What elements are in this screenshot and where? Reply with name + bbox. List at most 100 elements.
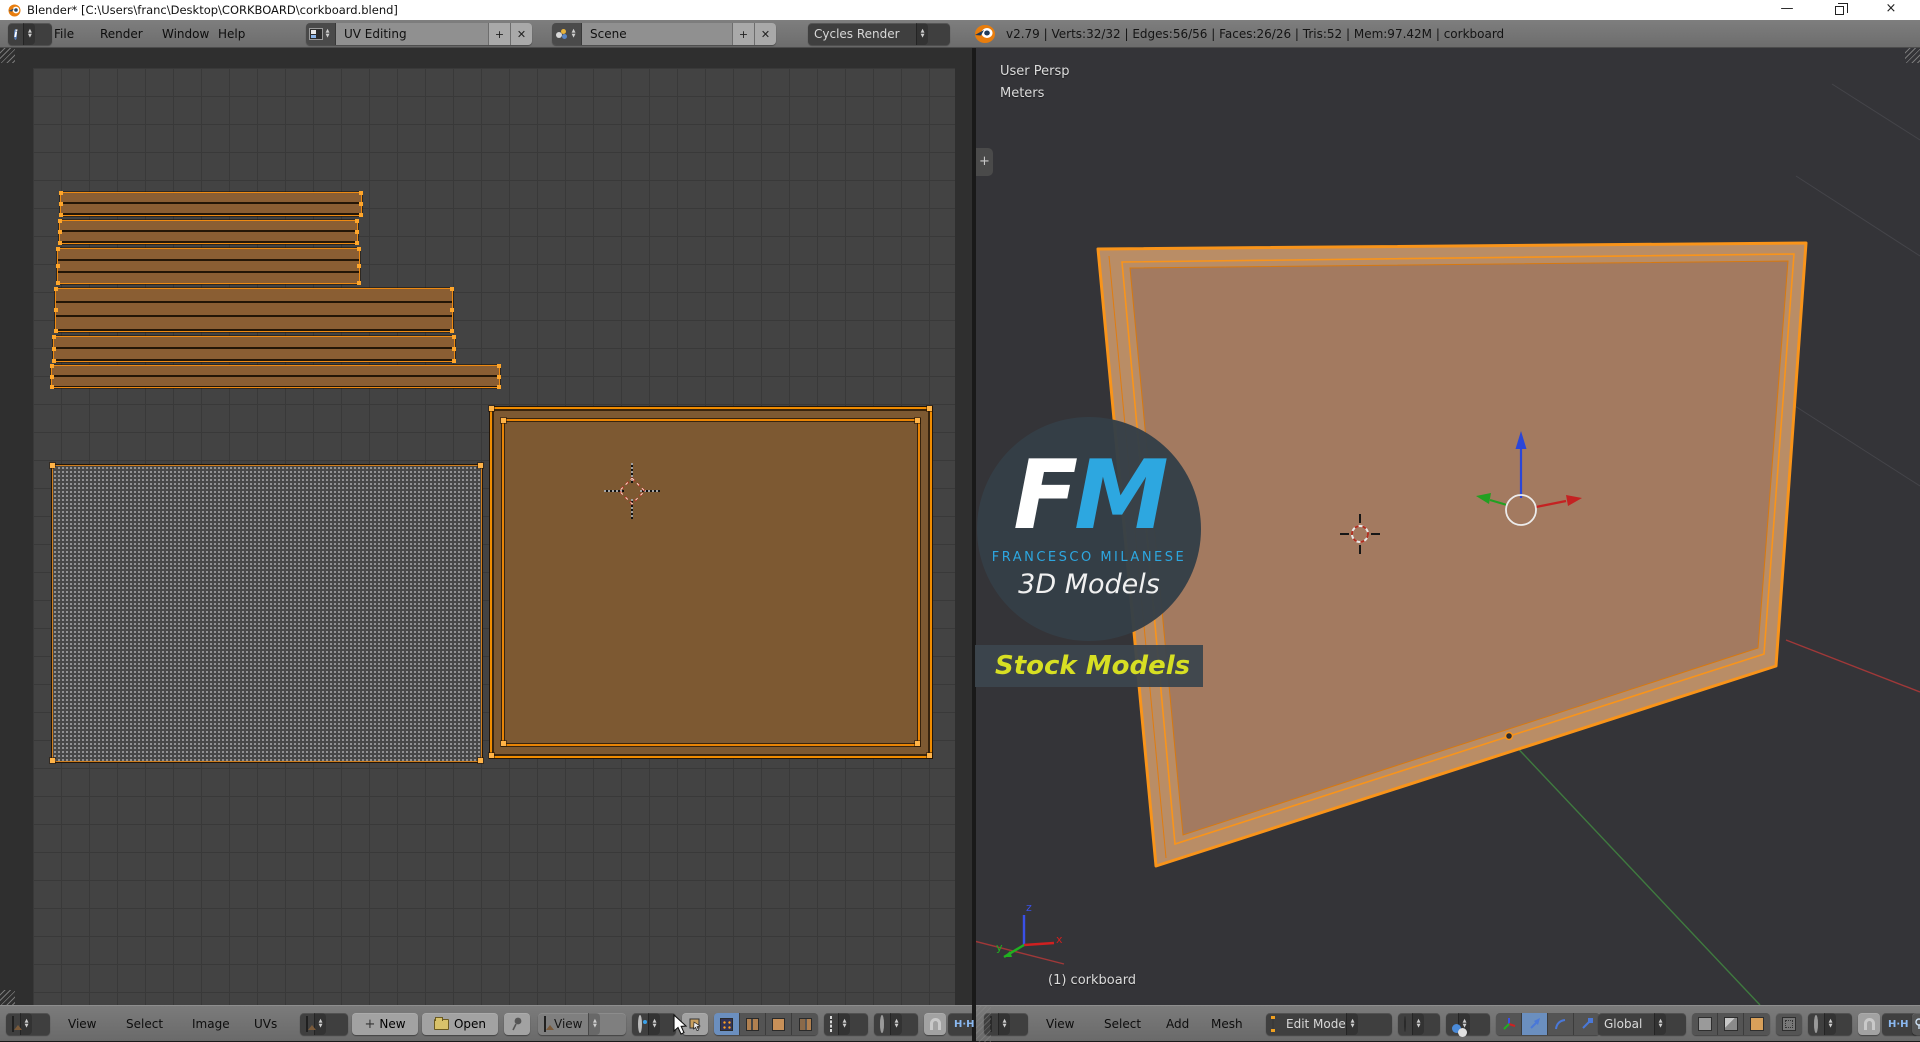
new-image-button[interactable]: + New	[352, 1013, 418, 1035]
uv-editor-viewport[interactable]	[0, 48, 972, 1005]
uv-2d-cursor	[604, 463, 660, 519]
menu-window[interactable]: Window	[156, 20, 215, 48]
plus-icon: +	[364, 1016, 376, 1032]
uv-pivot-dropdown[interactable]	[632, 1013, 676, 1035]
screen-layout-selector[interactable]: UV Editing + ✕	[306, 23, 532, 45]
uv-vertex-dot	[927, 406, 932, 411]
uv-proportional-edit-dropdown[interactable]	[874, 1013, 918, 1035]
uv-island-strip[interactable]	[59, 191, 363, 217]
uv-menu-image[interactable]: Image	[186, 1006, 236, 1042]
snap-peel-button-clipped[interactable]	[1912, 1013, 1920, 1035]
open-image-button[interactable]: Open	[422, 1013, 498, 1035]
image-icon	[306, 1016, 308, 1032]
image-datablock-browse[interactable]	[300, 1013, 348, 1035]
scene-name[interactable]: Scene	[582, 23, 732, 45]
info-editor-icon: i	[14, 29, 18, 40]
menu-file[interactable]: File	[48, 20, 80, 48]
v3d-proportional-edit-dropdown[interactable]	[1808, 1013, 1852, 1035]
mode-dropdown[interactable]: Edit Mode	[1266, 1013, 1392, 1035]
blender-logo-icon	[975, 25, 995, 43]
uv-select-edge-button[interactable]	[740, 1013, 766, 1035]
v3d-snap-toggle[interactable]	[1858, 1013, 1880, 1035]
menu-render[interactable]: Render	[94, 20, 149, 48]
close-layout-button[interactable]: ✕	[510, 23, 532, 45]
pin-icon	[512, 1017, 522, 1031]
manipulator-scale-button[interactable]	[1574, 1013, 1600, 1035]
axis-y-label: y	[996, 941, 1003, 954]
uv-sticky-select-dropdown[interactable]	[824, 1013, 868, 1035]
uv-vertex-dot	[50, 758, 55, 763]
add-scene-button[interactable]: +	[732, 23, 754, 45]
v3d-menu-mesh[interactable]: Mesh	[1205, 1006, 1249, 1042]
vertex-mode-button[interactable]	[1692, 1013, 1718, 1035]
uv-vertex-dot	[355, 230, 359, 234]
updown-arrows-icon	[916, 23, 928, 45]
logo-initial-m: M	[1074, 441, 1169, 551]
uv-snap-target-dropdown[interactable]: H·H	[948, 1013, 975, 1035]
uv-vertex-dot	[58, 241, 62, 245]
uv-vertex-dot	[50, 385, 54, 389]
uv-select-vertex-button[interactable]	[714, 1013, 740, 1035]
close-button[interactable]: ×	[1868, 0, 1914, 20]
translate-arrow-icon	[1529, 1018, 1540, 1029]
face-mode-button[interactable]	[1744, 1013, 1770, 1035]
viewport-shading-dropdown[interactable]	[1398, 1013, 1440, 1035]
close-scene-button[interactable]: ✕	[754, 23, 776, 45]
uv-island-strip[interactable]	[56, 247, 361, 285]
render-engine-dropdown[interactable]: Cycles Render	[808, 23, 950, 45]
uv-island-strip[interactable]	[52, 335, 456, 363]
uv-display-view-dropdown[interactable]: View	[538, 1013, 626, 1035]
scene-selector[interactable]: Scene + ✕	[552, 23, 776, 45]
logo-subtitle: 3D Models	[1018, 569, 1160, 600]
mesh-select-mode-group	[1692, 1013, 1770, 1035]
editor-type-image-dropdown[interactable]	[6, 1013, 50, 1035]
uv-vertex-dot	[915, 418, 920, 423]
uv-island-strip[interactable]	[50, 364, 501, 389]
uv-select-island-button[interactable]	[792, 1013, 818, 1035]
uv-island-front-face[interactable]	[489, 406, 932, 758]
updown-arrows-icon	[1654, 1013, 1666, 1035]
toolshelf-expand-tab[interactable]: +	[976, 148, 993, 176]
restore-button[interactable]	[1816, 0, 1862, 20]
editor-type-info-dropdown[interactable]: i	[8, 23, 52, 45]
uv-island-strip[interactable]	[58, 219, 359, 245]
transform-orientation-dropdown[interactable]: Global	[1598, 1013, 1686, 1035]
uv-snap-toggle[interactable]	[924, 1013, 946, 1035]
manipulator-rotate-button[interactable]	[1548, 1013, 1574, 1035]
updown-arrows-icon	[588, 1013, 601, 1035]
pivot-point-dropdown[interactable]	[1446, 1013, 1490, 1037]
area-corner-grip[interactable]	[0, 48, 15, 63]
uv-vertex-dot	[478, 758, 483, 763]
edge-cube-icon	[1723, 1017, 1738, 1031]
v3d-menu-view[interactable]: View	[1040, 1006, 1080, 1042]
area-corner-grip[interactable]	[1905, 48, 1920, 63]
uv-menu-uvs[interactable]: UVs	[248, 1006, 283, 1042]
add-layout-button[interactable]: +	[488, 23, 510, 45]
manipulator-translate-button[interactable]	[1522, 1013, 1548, 1035]
uv-island-strip[interactable]	[54, 287, 454, 333]
v3d-menu-add[interactable]: Add	[1160, 1006, 1195, 1042]
area-corner-grip[interactable]	[976, 1006, 991, 1042]
edge-mode-button[interactable]	[1718, 1013, 1744, 1035]
pin-image-button[interactable]	[504, 1013, 530, 1035]
uv-vertex-dot	[50, 463, 55, 468]
open-image-label: Open	[453, 1017, 487, 1031]
uv-menu-view[interactable]: View	[62, 1006, 102, 1042]
uv-vertex-dot	[54, 329, 58, 333]
edit-mode-cube-icon	[1271, 1016, 1275, 1032]
manipulator-axes-button[interactable]	[1496, 1013, 1522, 1035]
area-corner-grip[interactable]	[0, 990, 15, 1005]
screen-layout-name[interactable]: UV Editing	[336, 23, 488, 45]
limit-selection-visible-button[interactable]	[1776, 1013, 1802, 1035]
uv-island-back-face[interactable]	[50, 463, 483, 763]
menu-help[interactable]: Help	[212, 20, 251, 48]
new-image-label: New	[379, 1017, 406, 1031]
window-titlebar[interactable]: Blender* [C:\Users\franc\Desktop\CORKBOA…	[0, 0, 1920, 20]
v3d-menu-select[interactable]: Select	[1098, 1006, 1147, 1042]
uv-select-face-button[interactable]	[766, 1013, 792, 1035]
folder-icon	[433, 1016, 449, 1030]
blender-logo-icon	[8, 4, 21, 16]
minimize-button[interactable]: —	[1764, 0, 1810, 20]
uv-menu-select[interactable]: Select	[120, 1006, 169, 1042]
uv-vertex-dot	[501, 741, 506, 746]
